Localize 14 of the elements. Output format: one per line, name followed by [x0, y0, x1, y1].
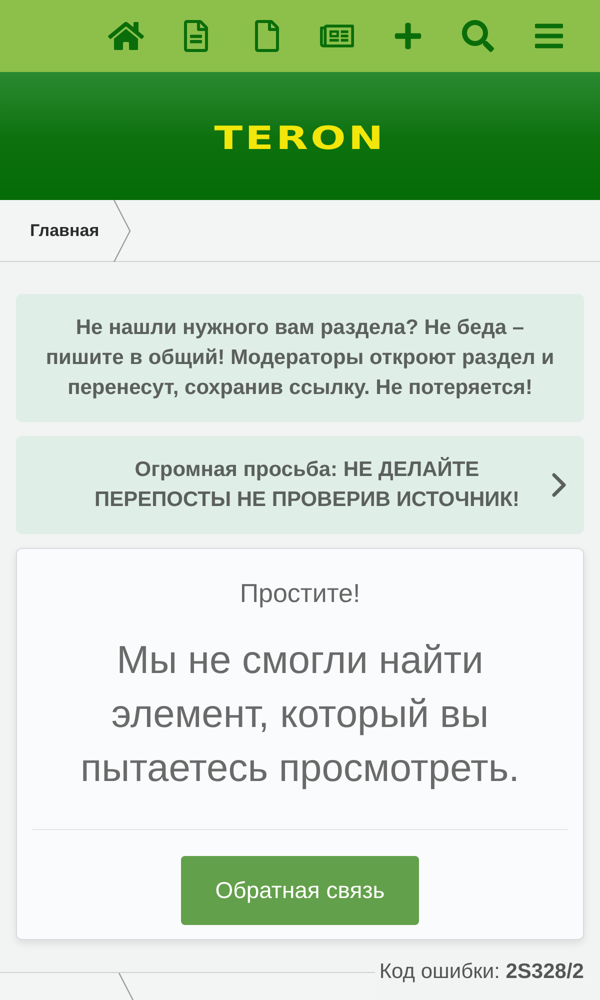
error-code-text: Код ошибки: 2S328/2 [379, 960, 584, 983]
search-icon [462, 20, 494, 52]
feedback-button[interactable]: Обратная связь [181, 856, 419, 925]
error-title: Простите! [240, 578, 360, 608]
site-logo[interactable]: TERON [214, 118, 386, 154]
chevron-right-icon [552, 473, 566, 497]
notice-text: Огромная просьба: НЕ ДЕЛАЙТЕ ПЕРЕПОСТЫ НЕ ПРОВЕРИВ ИСТОЧНИК! [93, 456, 521, 513]
notice-text: Не нашли нужного вам раздела? Не беда – пишите в общий! Модераторы откроют раздел и перенесут, сохранив ссылку. Не потеряется! [44, 315, 556, 401]
error-message: Мы не смогли найти элемент, который вы пытаетесь просмотреть. [79, 638, 521, 792]
plus-icon [392, 21, 423, 51]
breadcrumb-separator-icon [113, 200, 132, 262]
notice-link-banner[interactable]: Огромная просьба: НЕ ДЕЛАЙТЕ ПЕРЕПОСТЫ НЕ ПРОВЕРИВ ИСТОЧНИК! [16, 436, 584, 534]
breadcrumb-separator-icon [118, 973, 136, 1000]
breadcrumb-link[interactable]: Главная [30, 218, 100, 244]
